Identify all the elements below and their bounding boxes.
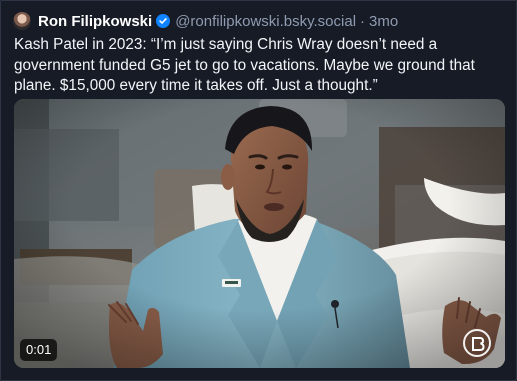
video-duration: 0:01 [20,339,58,361]
display-name[interactable]: Ron Filipkowski [38,13,152,30]
post-text: Kash Patel in 2023: “I’m just saying Chr… [14,36,475,94]
metadata-separator: · [360,12,366,30]
user-handle[interactable]: @ronfilipkowski.bsky.social [175,13,356,30]
video-frame [14,99,505,368]
logo-icon [463,329,491,357]
post-header: Ron Filipkowski @ronfilipkowski.bsky.soc… [13,9,504,33]
post-age[interactable]: 3mo [369,13,398,30]
avatar[interactable] [13,12,31,30]
post-card[interactable]: Ron Filipkowski @ronfilipkowski.bsky.soc… [0,0,517,381]
verified-badge-icon [156,14,171,28]
embedded-video[interactable]: 0:01 [14,99,505,368]
